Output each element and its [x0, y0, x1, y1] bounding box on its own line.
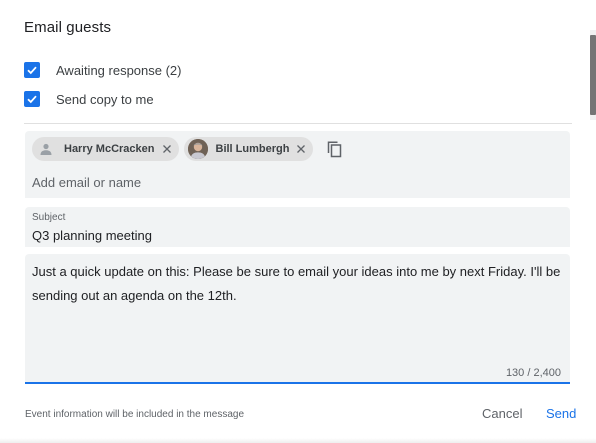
recipients-field[interactable]: Harry McCracken Bill Lumbergh: [25, 131, 570, 198]
scrollbar-thumb[interactable]: [590, 35, 596, 115]
message-field[interactable]: Just a quick update on this: Please be s…: [25, 254, 570, 384]
remove-recipient-close-icon[interactable]: [161, 143, 173, 155]
email-guests-dialog: Email guests Awaiting response (2) Send …: [0, 0, 596, 443]
dialog-title: Email guests: [24, 19, 112, 36]
bottom-edge: [0, 438, 596, 443]
awaiting-response-option[interactable]: Awaiting response (2): [24, 60, 182, 80]
footer-note: Event information will be included in th…: [25, 409, 245, 420]
divider: [24, 123, 572, 124]
check-icon: [27, 66, 37, 75]
avatar: [187, 139, 208, 159]
person-icon: [36, 139, 56, 159]
subject-field[interactable]: Subject Q3 planning meeting: [25, 207, 570, 247]
recipient-chip-bill[interactable]: Bill Lumbergh: [183, 137, 314, 161]
recipient-chip-name: Harry McCracken: [64, 143, 155, 155]
awaiting-response-label: Awaiting response (2): [56, 62, 182, 78]
send-copy-label: Send copy to me: [56, 91, 154, 107]
message-body[interactable]: Just a quick update on this: Please be s…: [32, 260, 562, 308]
copy-icon[interactable]: [326, 140, 344, 158]
add-email-input[interactable]: [32, 175, 552, 190]
send-copy-checkbox[interactable]: [24, 91, 40, 107]
send-copy-option[interactable]: Send copy to me: [24, 89, 154, 109]
cancel-button[interactable]: Cancel: [482, 406, 522, 421]
recipient-chips: Harry McCracken Bill Lumbergh: [32, 137, 344, 161]
recipient-chip-name: Bill Lumbergh: [215, 143, 290, 155]
send-button[interactable]: Send: [546, 406, 576, 421]
subject-label: Subject: [32, 212, 66, 223]
remove-recipient-close-icon[interactable]: [295, 143, 307, 155]
check-icon: [27, 95, 37, 104]
awaiting-response-checkbox[interactable]: [24, 62, 40, 78]
recipient-chip-harry[interactable]: Harry McCracken: [32, 137, 179, 161]
char-count: 130 / 2,400: [505, 367, 561, 379]
subject-input[interactable]: Q3 planning meeting: [32, 228, 152, 243]
